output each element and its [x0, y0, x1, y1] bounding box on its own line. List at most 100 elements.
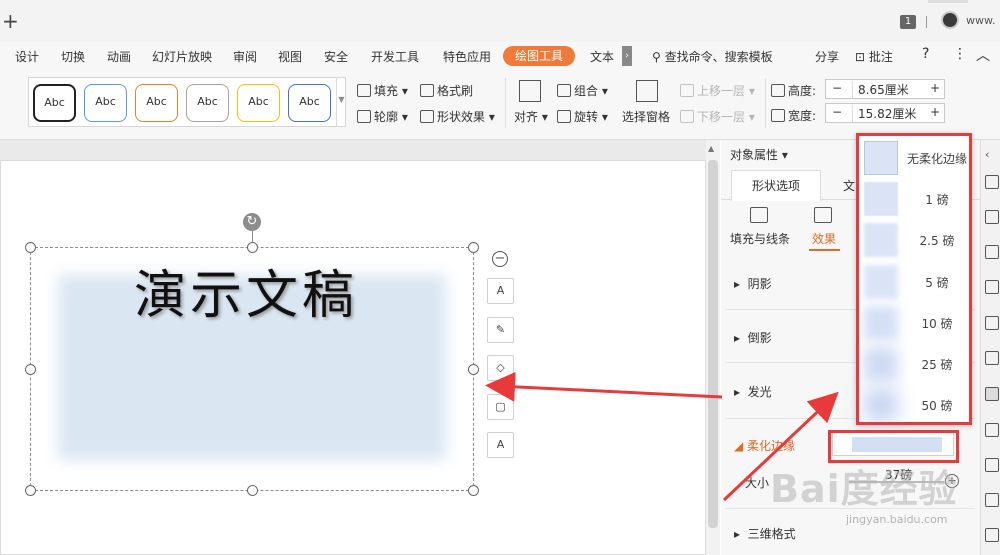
- chart-icon[interactable]: [985, 351, 999, 365]
- new-tab-button[interactable]: +: [2, 11, 19, 31]
- shape-style-5[interactable]: Abc: [237, 84, 280, 122]
- collapse-panel-icon[interactable]: ‹: [985, 148, 999, 162]
- section-shadow[interactable]: ▸ 阴影: [734, 275, 772, 292]
- collapse-toolbar-button[interactable]: −: [492, 251, 508, 267]
- gallery-expand-icon[interactable]: ▼: [336, 77, 346, 127]
- outline-label: 轮廓: [374, 110, 399, 124]
- star-icon[interactable]: [985, 175, 999, 189]
- share-button[interactable]: 分享: [815, 48, 839, 65]
- subtab-effect[interactable]: 效果: [812, 230, 836, 247]
- shape-style-6[interactable]: Abc: [288, 84, 331, 122]
- menu-security[interactable]: 安全: [324, 48, 348, 65]
- user-name[interactable]: www.: [966, 14, 995, 27]
- search-command[interactable]: ⚲ 查找命令、搜索模板: [652, 48, 773, 65]
- send-backward-button[interactable]: 下移一层 ▾: [680, 108, 755, 125]
- rotate-handle-icon[interactable]: ↻: [243, 213, 261, 231]
- section-soft-edges-label: 柔化边缘: [747, 439, 796, 453]
- search-icon: ⚲: [652, 50, 661, 64]
- text-style-tool-icon[interactable]: A: [487, 278, 514, 304]
- scroll-up-icon[interactable]: ▲: [708, 144, 714, 153]
- height-increment[interactable]: +: [930, 81, 940, 95]
- menu-view[interactable]: 视图: [278, 48, 302, 65]
- more-options-icon[interactable]: ⋮: [953, 46, 967, 62]
- avatar[interactable]: [941, 11, 959, 29]
- menu-text-tools[interactable]: 文本: [590, 48, 614, 65]
- align-button[interactable]: 对齐 ▾: [514, 108, 548, 125]
- group-button[interactable]: 组合 ▾: [557, 82, 608, 99]
- image-icon[interactable]: [985, 528, 999, 542]
- width-input[interactable]: 15.82厘米: [852, 105, 922, 122]
- menu-scroll-right-icon[interactable]: ›: [622, 46, 632, 66]
- brush-tool-icon[interactable]: ✎: [487, 317, 514, 343]
- search-placeholder: 查找命令、搜索模板: [664, 50, 773, 64]
- bring-forward-icon: [680, 84, 694, 97]
- canvas-scroll-thumb[interactable]: [708, 160, 718, 528]
- fill-tool-icon[interactable]: ◇: [487, 355, 514, 381]
- properties-icon[interactable]: [985, 387, 999, 401]
- slide-title-text[interactable]: 演示文稿: [134, 253, 358, 328]
- width-increment[interactable]: +: [930, 105, 940, 119]
- selection-pane-button[interactable]: 选择窗格: [622, 108, 670, 125]
- tab-text-options[interactable]: 文: [843, 177, 855, 194]
- fill-button[interactable]: 填充 ▾: [357, 82, 408, 99]
- help-button[interactable]: ?: [922, 46, 929, 62]
- rotate-button[interactable]: 旋转 ▾: [557, 108, 608, 125]
- tab-count-badge[interactable]: 1: [900, 15, 916, 29]
- menu-review[interactable]: 审阅: [233, 48, 257, 65]
- resize-handle-n[interactable]: [247, 242, 258, 253]
- height-stepper[interactable]: − 8.65厘米 +: [825, 79, 945, 99]
- resize-handle-ne[interactable]: [468, 242, 479, 253]
- shape-effect-label: 形状效果: [437, 110, 486, 124]
- section-glow[interactable]: ▸ 发光: [734, 383, 772, 400]
- menu-animation[interactable]: 动画: [107, 48, 131, 65]
- section-reflection[interactable]: ▸ 倒影: [734, 329, 772, 346]
- picture-icon[interactable]: [985, 423, 999, 437]
- resize-handle-nw[interactable]: [25, 242, 36, 253]
- resize-handle-e[interactable]: [468, 364, 479, 375]
- comment-button[interactable]: ⊡ 批注: [855, 48, 893, 65]
- menu-slideshow[interactable]: 幻灯片放映: [152, 48, 212, 65]
- export-icon[interactable]: [985, 458, 999, 472]
- format-painter-button[interactable]: 格式刷: [420, 82, 473, 99]
- tab-shape-options[interactable]: 形状选项: [731, 170, 821, 201]
- grid-icon[interactable]: [985, 316, 999, 330]
- section-soft-edges[interactable]: ◢ 柔化边缘: [734, 437, 795, 454]
- shape-style-3[interactable]: Abc: [135, 84, 178, 122]
- shape-style-4[interactable]: Abc: [186, 84, 229, 122]
- shapes-icon[interactable]: [985, 210, 999, 224]
- resize-handle-sw[interactable]: [25, 485, 36, 496]
- shape-effect-button[interactable]: 形状效果 ▾: [420, 108, 495, 125]
- height-input[interactable]: 8.65厘米: [852, 81, 922, 98]
- baidu-watermark-logo: Bai度经验: [770, 467, 958, 511]
- resize-handle-w[interactable]: [25, 364, 36, 375]
- format-painter-icon: [420, 84, 434, 97]
- width-label: 宽度:: [771, 107, 816, 124]
- textbox-tool-icon[interactable]: A: [487, 432, 514, 458]
- table-icon[interactable]: [985, 493, 999, 507]
- height-decrement[interactable]: −: [832, 81, 842, 95]
- group-label: 组合: [574, 84, 599, 98]
- menu-design[interactable]: 设计: [15, 48, 39, 65]
- title-bar: [0, 0, 1000, 42]
- menu-transition[interactable]: 切换: [61, 48, 85, 65]
- highlight-box-dropdown: [856, 133, 972, 425]
- shape-style-2[interactable]: Abc: [84, 84, 127, 122]
- text-a-icon[interactable]: [985, 280, 999, 294]
- outline-button[interactable]: 轮廓 ▾: [357, 108, 408, 125]
- subtab-fill-line[interactable]: 填充与线条: [730, 230, 790, 247]
- width-decrement[interactable]: −: [832, 105, 842, 119]
- circle-shape-icon[interactable]: [985, 245, 999, 259]
- resize-handle-se[interactable]: [468, 485, 479, 496]
- menu-drawing-tools[interactable]: 绘图工具: [503, 46, 575, 66]
- menu-features[interactable]: 特色应用: [443, 48, 491, 65]
- section-3d-format[interactable]: ▸ 三维格式: [734, 525, 796, 542]
- collapse-ribbon-icon[interactable]: ︿: [976, 45, 990, 65]
- comment-icon: ⊡: [855, 50, 866, 64]
- width-stepper[interactable]: − 15.82厘米 +: [825, 103, 945, 123]
- shape-style-1[interactable]: Abc: [33, 84, 76, 122]
- panel-title[interactable]: 对象属性 ▾: [730, 146, 788, 163]
- bring-forward-button[interactable]: 上移一层 ▾: [680, 82, 755, 99]
- menu-developer[interactable]: 开发工具: [371, 48, 419, 65]
- outline-tool-icon[interactable]: ▢: [487, 394, 514, 420]
- resize-handle-s[interactable]: [247, 485, 258, 496]
